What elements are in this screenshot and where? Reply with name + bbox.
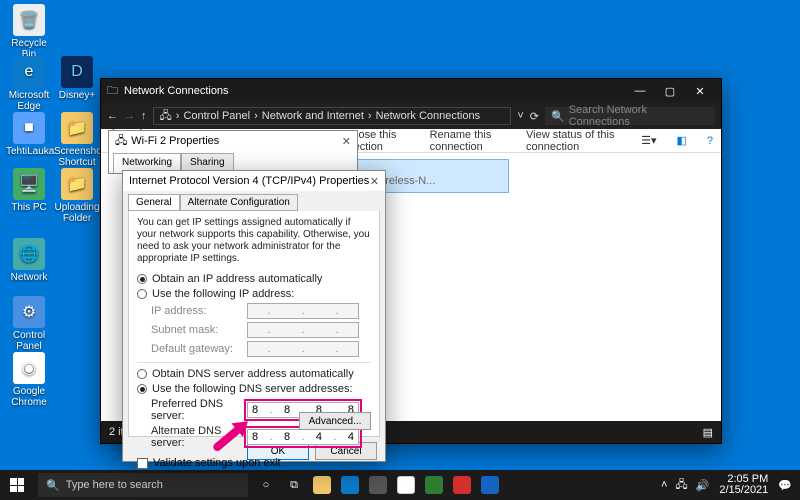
- window-titlebar[interactable]: 🗀 Network Connections — ▢ ✕: [101, 79, 721, 103]
- radio-use-dns[interactable]: Use the following DNS server addresses:: [137, 383, 371, 395]
- preview-pane-icon[interactable]: ◧: [676, 134, 686, 147]
- close-icon[interactable]: ✕: [370, 175, 379, 188]
- tray-volume-icon[interactable]: 🔊: [696, 479, 710, 492]
- ipv4-title: Internet Protocol Version 4 (TCP/IPv4) P…: [129, 175, 369, 187]
- wifi-title: Wi-Fi 2 Properties: [131, 135, 219, 147]
- wifi-titlebar[interactable]: 🖧 Wi-Fi 2 Properties ✕: [109, 131, 357, 151]
- wifi-properties-dialog: 🖧 Wi-Fi 2 Properties ✕ Networking Sharin…: [108, 130, 358, 174]
- taskbar: 🔍Type here to search ○ ⧉ ˄ 🖧 🔊 2:05 PM2/…: [0, 470, 800, 500]
- start-button[interactable]: [0, 470, 34, 500]
- desktop-icon-chrome[interactable]: ◉Google Chrome: [6, 352, 52, 408]
- clock[interactable]: 2:05 PM2/15/2021: [719, 474, 768, 496]
- close-icon[interactable]: ✕: [342, 135, 351, 148]
- search-input[interactable]: 🔍Search Network Connections: [545, 107, 715, 125]
- nav-back-icon[interactable]: ←: [107, 110, 118, 122]
- search-icon: 🔍: [551, 110, 565, 123]
- minimize-button[interactable]: —: [625, 85, 655, 98]
- ip-address-input: ...: [247, 303, 359, 319]
- desktop-icon-disneyplus[interactable]: DDisney+: [54, 56, 100, 101]
- gateway-label: Default gateway:: [151, 343, 247, 355]
- taskbar-search[interactable]: 🔍Type here to search: [38, 473, 248, 497]
- ip-address-label: IP address:: [151, 305, 247, 317]
- maximize-button[interactable]: ▢: [655, 85, 685, 98]
- desktop-icon-screenshots[interactable]: 📁Screenshots Shortcut: [54, 112, 100, 168]
- tab-general[interactable]: General: [128, 194, 180, 211]
- help-icon[interactable]: ?: [707, 135, 713, 147]
- preferred-dns-label: Preferred DNS server:: [151, 398, 247, 422]
- validate-checkbox[interactable]: Validate settings upon exit: [137, 457, 371, 469]
- gateway-input: ...: [247, 341, 359, 357]
- cmd-status[interactable]: View status of this connection: [526, 129, 627, 153]
- notifications-icon[interactable]: 💬: [778, 479, 792, 492]
- ipv4-properties-dialog: Internet Protocol Version 4 (TCP/IPv4) P…: [122, 170, 386, 462]
- taskbar-app-chrome[interactable]: [392, 470, 420, 500]
- subnet-mask-input: ...: [247, 322, 359, 338]
- tab-alt-config[interactable]: Alternate Configuration: [180, 194, 298, 211]
- taskbar-app-explorer[interactable]: [308, 470, 336, 500]
- address-bar: ← → ↑ 🖧 ›Control Panel ›Network and Inte…: [101, 103, 721, 129]
- alternate-dns-input[interactable]: 8.8.4.4: [247, 429, 359, 445]
- subnet-mask-label: Subnet mask:: [151, 324, 247, 336]
- taskbar-app-settings[interactable]: [364, 470, 392, 500]
- chevron-down-icon[interactable]: ˅: [517, 110, 523, 122]
- cmd-rename[interactable]: Rename this connection: [430, 129, 512, 153]
- breadcrumb[interactable]: 🖧 ›Control Panel ›Network and Internet ›…: [153, 107, 512, 125]
- desktop-icon-network[interactable]: 🌐Network: [6, 238, 52, 283]
- taskbar-app-other3[interactable]: [476, 470, 504, 500]
- network-icon: 🖧: [160, 107, 172, 126]
- ipv4-titlebar[interactable]: Internet Protocol Version 4 (TCP/IPv4) P…: [123, 171, 385, 191]
- taskbar-app-edge[interactable]: [336, 470, 364, 500]
- cortana-icon[interactable]: ○: [252, 470, 280, 500]
- radio-use-ip[interactable]: Use the following IP address:: [137, 288, 371, 300]
- tray-network-icon[interactable]: 🖧: [675, 476, 687, 495]
- wifi-icon: 🖧: [115, 132, 127, 151]
- desktop-icon-edge[interactable]: eMicrosoft Edge: [6, 56, 52, 112]
- desktop-icon-recycle-bin[interactable]: 🗑️Recycle Bin: [6, 4, 52, 60]
- taskbar-app-other[interactable]: [420, 470, 448, 500]
- desktop-icon-uploading[interactable]: 📁Uploading Folder: [54, 168, 100, 224]
- refresh-icon[interactable]: ⟳: [530, 110, 539, 123]
- system-tray: ˄ 🖧 🔊 2:05 PM2/15/2021 💬: [653, 470, 800, 500]
- window-title: Network Connections: [124, 85, 229, 97]
- radio-obtain-dns-auto[interactable]: Obtain DNS server address automatically: [137, 368, 371, 380]
- desktop-icon-app1[interactable]: ■TehtiLauka: [6, 112, 52, 157]
- taskbar-app-other2[interactable]: [448, 470, 476, 500]
- details-view-icon[interactable]: ▤: [703, 426, 713, 439]
- radio-obtain-ip-auto[interactable]: Obtain an IP address automatically: [137, 273, 371, 285]
- close-button[interactable]: ✕: [685, 85, 715, 98]
- nav-up-icon[interactable]: ↑: [141, 110, 147, 122]
- desktop-icon-control-panel[interactable]: ⚙Control Panel: [6, 296, 52, 352]
- tray-chevron-icon[interactable]: ˄: [661, 479, 667, 491]
- folder-icon: 🗀: [107, 82, 118, 101]
- view-options-icon[interactable]: ☰▾: [641, 134, 656, 147]
- task-view-icon[interactable]: ⧉: [280, 470, 308, 500]
- ipv4-description: You can get IP settings assigned automat…: [137, 217, 371, 265]
- nav-fwd-icon[interactable]: →: [124, 110, 135, 122]
- desktop-icon-this-pc[interactable]: 🖥️This PC: [6, 168, 52, 213]
- search-icon: 🔍: [46, 479, 60, 492]
- advanced-button[interactable]: Advanced...: [299, 412, 371, 430]
